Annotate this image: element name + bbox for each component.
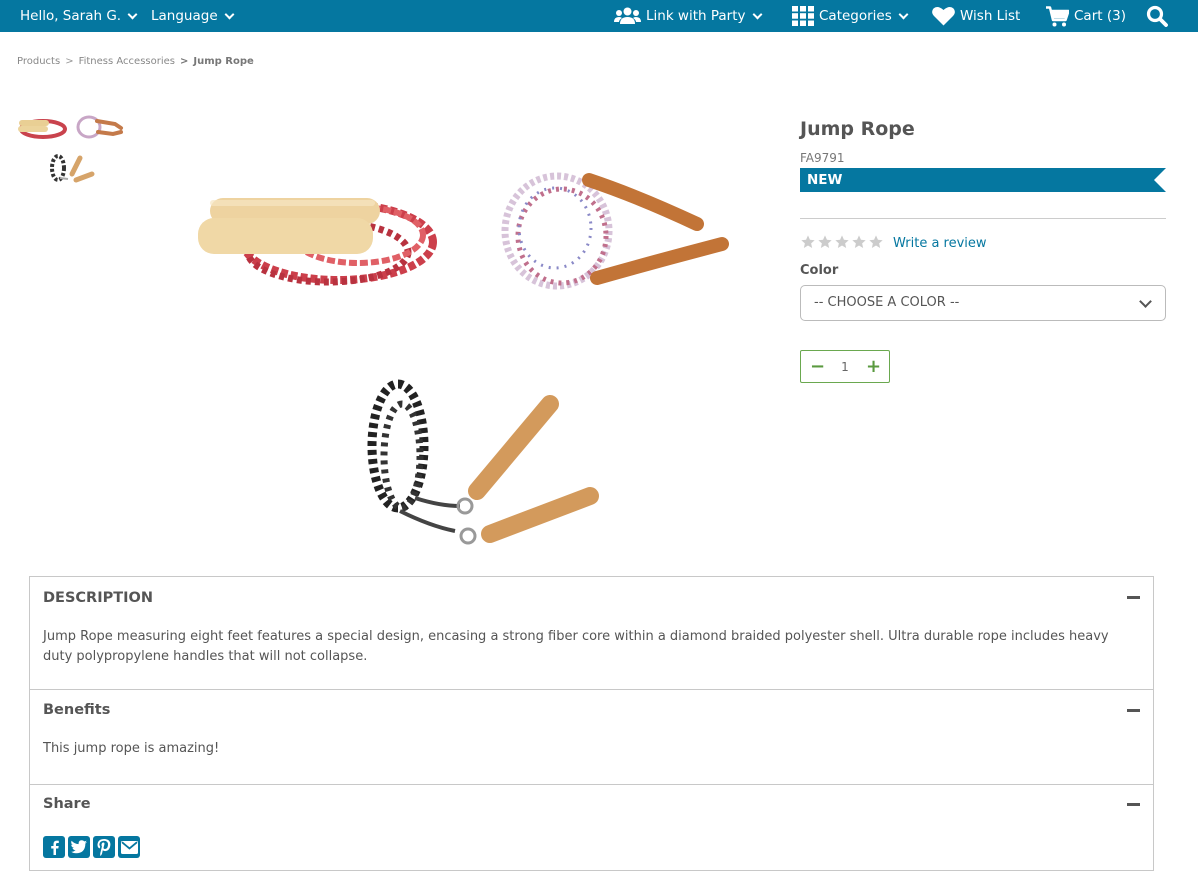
new-badge-label: NEW: [807, 172, 843, 188]
grid-icon: [792, 6, 814, 26]
write-review-link[interactable]: Write a review: [893, 236, 987, 251]
star-icon: [835, 235, 849, 248]
star-icon: [818, 235, 832, 248]
product-title: Jump Rope: [800, 118, 915, 140]
quantity-stepper: − 1 +: [800, 350, 890, 383]
breadcrumb: Products > Fitness Accessories > Jump Ro…: [17, 56, 254, 67]
increase-quantity-button[interactable]: +: [866, 357, 881, 376]
product-image-white-rope: [501, 172, 729, 290]
benefits-text: This jump rope is amazing!: [43, 741, 220, 756]
twitter-icon[interactable]: [68, 836, 90, 858]
thumbnail-white-rope[interactable]: [73, 112, 125, 144]
collapse-icon[interactable]: [1127, 596, 1140, 599]
email-icon[interactable]: [118, 836, 140, 858]
benefits-header[interactable]: Benefits: [43, 702, 110, 718]
star-icon: [852, 235, 866, 248]
link-with-party-label: Link with Party: [646, 8, 746, 24]
chevron-down-icon: [1139, 295, 1152, 308]
breadcrumb-separator: >: [180, 56, 189, 67]
new-badge: NEW: [800, 168, 1166, 192]
color-select[interactable]: -- CHOOSE A COLOR --: [800, 285, 1166, 321]
categories-menu[interactable]: Categories: [792, 0, 909, 32]
chevron-down-icon: [127, 9, 138, 19]
product-details-accordion: DESCRIPTION Jump Rope measuring eight fe…: [29, 576, 1154, 871]
description-text: Jump Rope measuring eight feet features …: [43, 629, 1109, 664]
top-navigation-bar: Hello, Sarah G. Language Link with Party…: [0, 0, 1198, 32]
share-icons: [43, 836, 140, 858]
breadcrumb-products-link[interactable]: Products: [17, 56, 60, 67]
wish-list-link[interactable]: Wish List: [932, 0, 1020, 32]
star-icon: [801, 235, 815, 248]
cart-icon: [1046, 5, 1069, 26]
divider: [30, 689, 1153, 690]
product-image-black-rope: [367, 379, 599, 545]
breadcrumb-current: Jump Rope: [193, 56, 254, 67]
categories-label: Categories: [819, 8, 892, 24]
chevron-down-icon: [224, 9, 235, 19]
heart-icon: [932, 7, 955, 26]
product-image-red-rope: [198, 198, 437, 286]
share-header[interactable]: Share: [43, 796, 91, 812]
thumbnail-red-rope[interactable]: [16, 112, 68, 144]
product-sku: FA9791: [800, 151, 845, 165]
link-with-party-menu[interactable]: Link with Party: [614, 0, 762, 32]
search-icon: [1146, 5, 1168, 27]
collapse-icon[interactable]: [1127, 803, 1140, 806]
star-icon: [869, 235, 883, 248]
color-label: Color: [800, 263, 839, 278]
thumbnail-black-rope[interactable]: [46, 154, 98, 186]
decrease-quantity-button[interactable]: −: [810, 357, 825, 376]
quantity-input[interactable]: 1: [841, 360, 849, 374]
chevron-down-icon: [752, 9, 762, 19]
search-button[interactable]: [1146, 0, 1168, 32]
color-select-value: -- CHOOSE A COLOR --: [814, 295, 960, 310]
description-header[interactable]: DESCRIPTION: [43, 590, 153, 606]
facebook-icon[interactable]: [43, 836, 65, 858]
divider: [800, 218, 1166, 219]
cart-label: Cart (3): [1074, 8, 1126, 24]
greeting-label: Hello, Sarah G.: [20, 8, 122, 24]
breadcrumb-fitness-accessories-link[interactable]: Fitness Accessories: [79, 56, 175, 67]
language-label: Language: [151, 8, 218, 24]
cart-link[interactable]: Cart (3): [1046, 0, 1126, 32]
users-icon: [614, 7, 641, 24]
divider: [30, 784, 1153, 785]
collapse-icon[interactable]: [1127, 709, 1140, 712]
star-rating: [800, 234, 884, 250]
breadcrumb-separator: >: [65, 56, 74, 67]
badge-notch: [1154, 168, 1166, 192]
pinterest-icon[interactable]: [93, 836, 115, 858]
language-menu[interactable]: Language: [151, 0, 235, 32]
wish-list-label: Wish List: [960, 8, 1021, 24]
account-menu[interactable]: Hello, Sarah G.: [20, 0, 138, 32]
chevron-down-icon: [898, 9, 909, 19]
